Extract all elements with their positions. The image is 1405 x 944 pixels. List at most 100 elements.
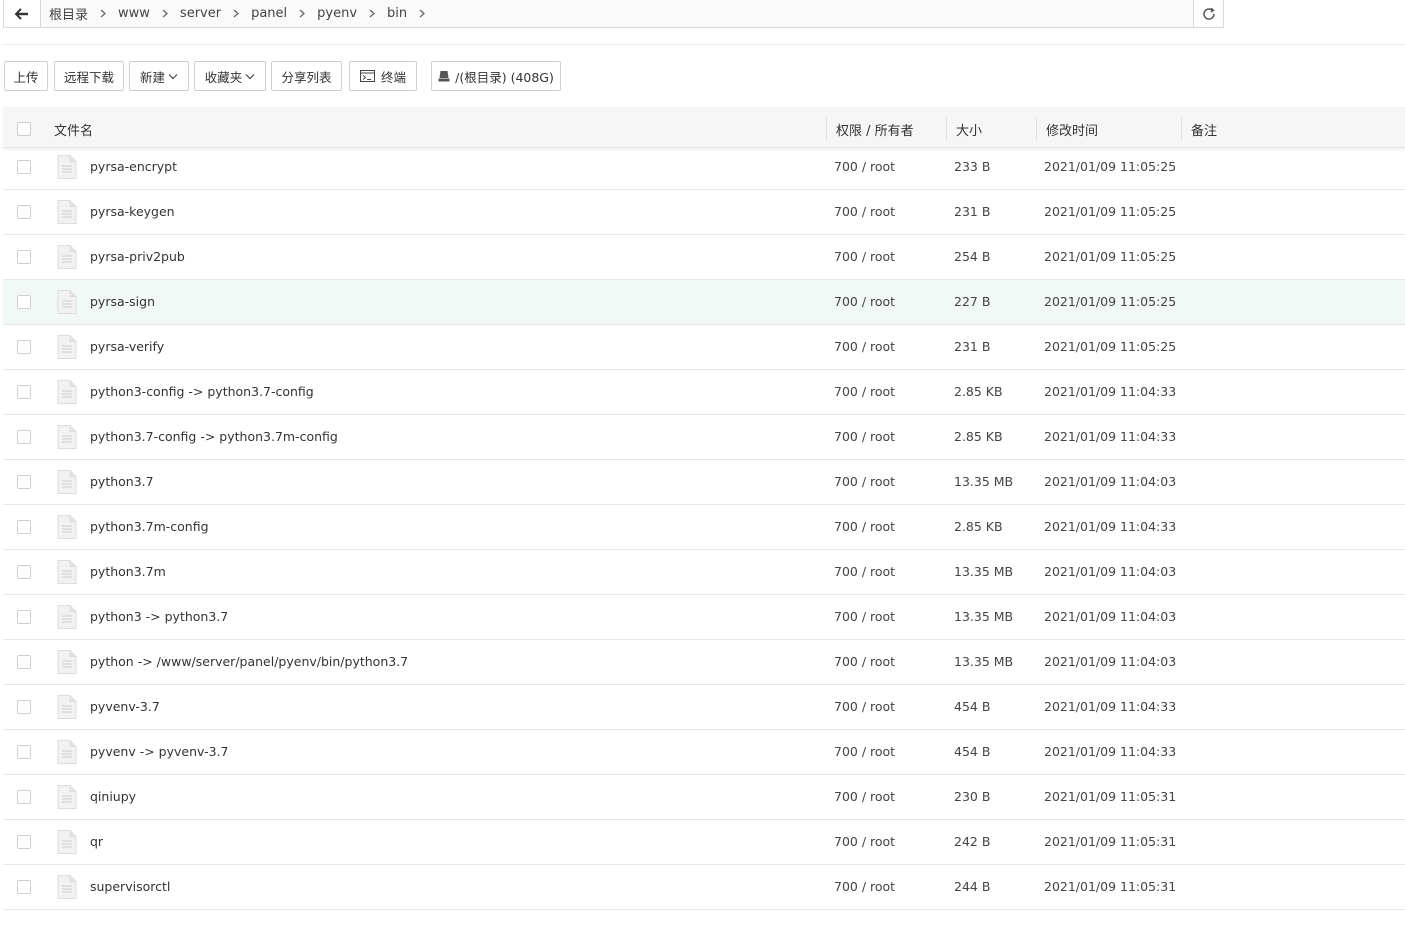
- file-name[interactable]: supervisorctl: [90, 879, 170, 894]
- file-permission[interactable]: 700 / root: [834, 294, 895, 309]
- file-permission[interactable]: 700 / root: [834, 744, 895, 759]
- file-name[interactable]: python3.7m-config: [90, 519, 209, 534]
- file-name[interactable]: pyrsa-sign: [90, 294, 155, 309]
- row-checkbox[interactable]: [17, 430, 31, 444]
- file-name[interactable]: pyrsa-verify: [90, 339, 164, 354]
- row-checkbox[interactable]: [17, 835, 31, 849]
- file-permission[interactable]: 700 / root: [834, 159, 895, 174]
- file-permission[interactable]: 700 / root: [834, 519, 895, 534]
- file-name[interactable]: python3.7: [90, 474, 154, 489]
- breadcrumb-item[interactable]: panel: [251, 6, 287, 21]
- file-mtime: 2021/01/09 11:04:33: [1044, 744, 1177, 759]
- row-checkbox[interactable]: [17, 610, 31, 624]
- row-checkbox[interactable]: [17, 340, 31, 354]
- table-row[interactable]: pyrsa-encrypt 700 / root 233 B 2021/01/09 1…: [3, 145, 1405, 190]
- row-checkbox[interactable]: [17, 565, 31, 579]
- file-permission[interactable]: 700 / root: [834, 879, 895, 894]
- file-permission[interactable]: 700 / root: [834, 699, 895, 714]
- file-permission[interactable]: 700 / root: [834, 789, 895, 804]
- table-row[interactable]: pyrsa-keygen 700 / root 231 B 2021/01/09 11…: [3, 190, 1405, 235]
- share-list-button[interactable]: 分享列表: [271, 61, 342, 91]
- file-icon: [57, 245, 77, 269]
- favorites-label: 收藏夹: [204, 69, 243, 85]
- file-name[interactable]: python3 -> python3.7: [90, 609, 228, 624]
- file-permission[interactable]: 700 / root: [834, 249, 895, 264]
- header-perm[interactable]: 权限 / 所有者: [836, 107, 914, 148]
- row-checkbox[interactable]: [17, 520, 31, 534]
- table-row[interactable]: python3.7m 700 / root 13.35 MB 2021/01/09 1…: [3, 550, 1405, 595]
- file-mtime: 2021/01/09 11:04:33: [1044, 699, 1177, 714]
- table-row[interactable]: python3.7-config -> python3.7m-config 700…: [3, 415, 1405, 460]
- file-permission[interactable]: 700 / root: [834, 339, 895, 354]
- file-name[interactable]: pyvenv -> pyvenv-3.7: [90, 744, 228, 759]
- table-row[interactable]: pyrsa-verify 700 / root 231 B 2021/01/09 11…: [3, 325, 1405, 370]
- terminal-button[interactable]: 终端: [349, 61, 417, 91]
- breadcrumb-item[interactable]: server: [180, 6, 221, 21]
- row-checkbox[interactable]: [17, 295, 31, 309]
- file-mtime: 2021/01/09 11:04:03: [1044, 564, 1177, 579]
- table-row[interactable]: pyrsa-priv2pub 700 / root 254 B 2021/01/09 …: [3, 235, 1405, 280]
- header-size[interactable]: 大小: [956, 107, 982, 148]
- file-permission[interactable]: 700 / root: [834, 384, 895, 399]
- file-permission[interactable]: 700 / root: [834, 474, 895, 489]
- back-button[interactable]: [4, 0, 41, 27]
- file-icon: [57, 335, 77, 359]
- file-name[interactable]: pyrsa-keygen: [90, 204, 175, 219]
- row-checkbox[interactable]: [17, 475, 31, 489]
- file-name[interactable]: python3.7-config -> python3.7m-config: [90, 429, 338, 444]
- breadcrumb-item[interactable]: pyenv: [317, 6, 357, 21]
- table-row[interactable]: pyvenv -> pyvenv-3.7 700 / root 454 B 2021/…: [3, 730, 1405, 775]
- row-checkbox[interactable]: [17, 745, 31, 759]
- row-checkbox[interactable]: [17, 655, 31, 669]
- breadcrumb-item[interactable]: www: [118, 6, 150, 21]
- file-name[interactable]: pyrsa-priv2pub: [90, 249, 185, 264]
- file-permission[interactable]: 700 / root: [834, 654, 895, 669]
- header-mtime[interactable]: 修改时间: [1046, 107, 1098, 148]
- table-row[interactable]: python -> /www/server/panel/pyenv/bin/py…: [3, 640, 1405, 685]
- row-checkbox[interactable]: [17, 160, 31, 174]
- table-row[interactable]: python3.7m-config 700 / root 2.85 KB 2021/0…: [3, 505, 1405, 550]
- upload-button[interactable]: 上传: [4, 61, 48, 91]
- file-permission[interactable]: 700 / root: [834, 204, 895, 219]
- file-permission[interactable]: 700 / root: [834, 834, 895, 849]
- favorites-dropdown-button[interactable]: 收藏夹: [194, 61, 266, 91]
- table-row[interactable]: python3.7 700 / root 13.35 MB 2021/01/09 11…: [3, 460, 1405, 505]
- row-checkbox[interactable]: [17, 880, 31, 894]
- table-row[interactable]: supervisorctl 700 / root 244 B 2021/01/09 1…: [3, 865, 1405, 910]
- file-name[interactable]: pyrsa-encrypt: [90, 159, 177, 174]
- file-permission[interactable]: 700 / root: [834, 609, 895, 624]
- row-checkbox[interactable]: [17, 790, 31, 804]
- file-name[interactable]: python3-config -> python3.7-config: [90, 384, 314, 399]
- file-name[interactable]: python -> /www/server/panel/pyenv/bin/py…: [90, 654, 408, 669]
- file-permission[interactable]: 700 / root: [834, 429, 895, 444]
- file-size: 13.35 MB: [954, 474, 1014, 489]
- header-name[interactable]: 文件名: [54, 107, 93, 148]
- breadcrumb: 根目录 www server panel pyenv bin: [41, 0, 1193, 27]
- table-row[interactable]: qiniupy 700 / root 230 B 2021/01/09 11:05:3…: [3, 775, 1405, 820]
- file-mtime: 2021/01/09 11:05:25: [1044, 204, 1177, 219]
- new-dropdown-button[interactable]: 新建: [129, 61, 189, 91]
- row-checkbox[interactable]: [17, 700, 31, 714]
- file-mtime: 2021/01/09 11:05:31: [1044, 789, 1177, 804]
- row-checkbox[interactable]: [17, 250, 31, 264]
- file-name[interactable]: qiniupy: [90, 789, 136, 804]
- table-row[interactable]: pyvenv-3.7 700 / root 454 B 2021/01/09 11:0…: [3, 685, 1405, 730]
- file-name[interactable]: python3.7m: [90, 564, 166, 579]
- file-icon: [57, 830, 77, 854]
- file-permission[interactable]: 700 / root: [834, 564, 895, 579]
- breadcrumb-item[interactable]: 根目录: [49, 4, 88, 23]
- table-row[interactable]: pyrsa-sign 700 / root 227 B 2021/01/09 11:0…: [3, 280, 1405, 325]
- remote-download-button[interactable]: 远程下载: [54, 61, 124, 91]
- select-all-checkbox[interactable]: [17, 107, 31, 148]
- file-name[interactable]: pyvenv-3.7: [90, 699, 160, 714]
- table-row[interactable]: qr 700 / root 242 B 2021/01/09 11:05:31: [3, 820, 1405, 865]
- table-row[interactable]: python3-config -> python3.7-config 700 / …: [3, 370, 1405, 415]
- row-checkbox[interactable]: [17, 205, 31, 219]
- refresh-button[interactable]: [1193, 0, 1223, 27]
- table-row[interactable]: python3 -> python3.7 700 / root 13.35 MB 20…: [3, 595, 1405, 640]
- file-size: 2.85 KB: [954, 519, 1003, 534]
- disk-button[interactable]: /(根目录) (408G): [431, 61, 561, 91]
- row-checkbox[interactable]: [17, 385, 31, 399]
- file-name[interactable]: qr: [90, 834, 103, 849]
- breadcrumb-item[interactable]: bin: [387, 6, 407, 21]
